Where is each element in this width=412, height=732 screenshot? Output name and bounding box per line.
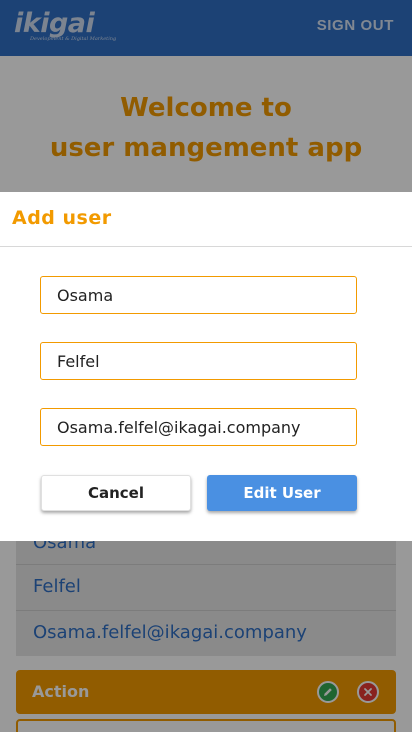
edit-user-button[interactable]: Edit User: [207, 475, 357, 511]
email-input[interactable]: [40, 408, 357, 446]
first-name-input[interactable]: [40, 276, 357, 314]
dialog-divider: [0, 246, 412, 247]
dialog-title: Add user: [12, 207, 112, 229]
add-user-dialog: Add user Cancel Edit User: [0, 192, 412, 541]
cancel-button[interactable]: Cancel: [41, 475, 191, 511]
last-name-input[interactable]: [40, 342, 357, 380]
